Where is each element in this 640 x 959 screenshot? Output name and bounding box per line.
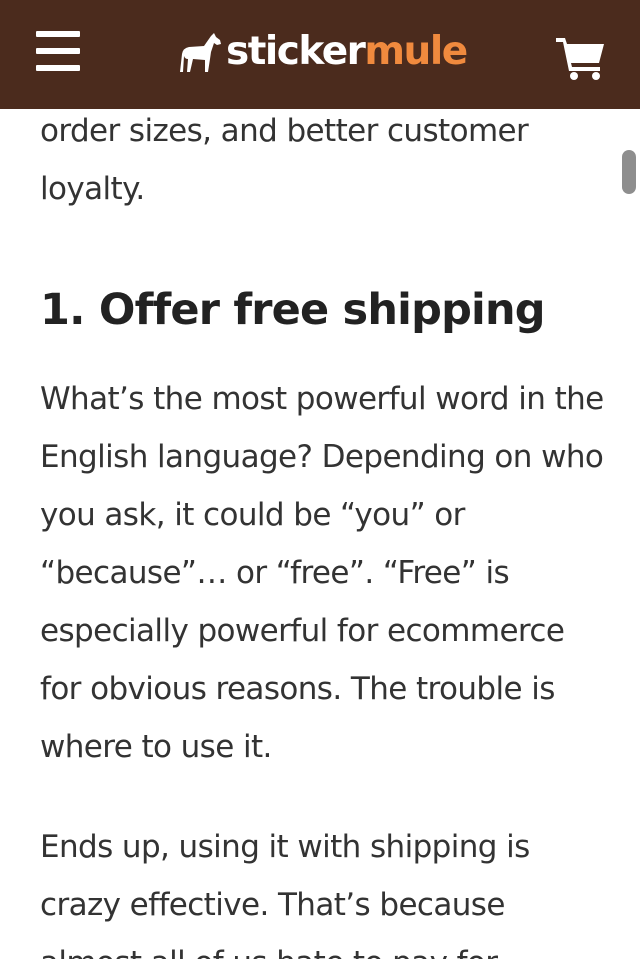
cart-button[interactable] <box>554 36 606 80</box>
article-intro-text: order sizes, and better customer loyalty… <box>40 113 529 207</box>
article-body: order sizes, and better customer loyalty… <box>40 102 605 959</box>
brand-wordmark: stickermule <box>226 28 468 76</box>
article-paragraph: Ends up, using it with shipping is crazy… <box>40 829 530 959</box>
mule-icon <box>180 33 221 72</box>
top-navigation-bar: stickermule <box>0 0 640 109</box>
brand-wordmark-part1: sticker <box>226 29 366 74</box>
menu-button[interactable] <box>34 31 82 75</box>
brand-wordmark-part2: mule <box>364 29 468 74</box>
article-paragraph: What’s the most powerful word in the Eng… <box>40 381 604 765</box>
shopping-cart-icon <box>556 38 604 80</box>
section-heading: 1. Offer free shipping <box>40 285 546 335</box>
stickermule-logo[interactable]: stickermule <box>178 28 468 76</box>
scrollbar-thumb[interactable] <box>622 150 636 194</box>
